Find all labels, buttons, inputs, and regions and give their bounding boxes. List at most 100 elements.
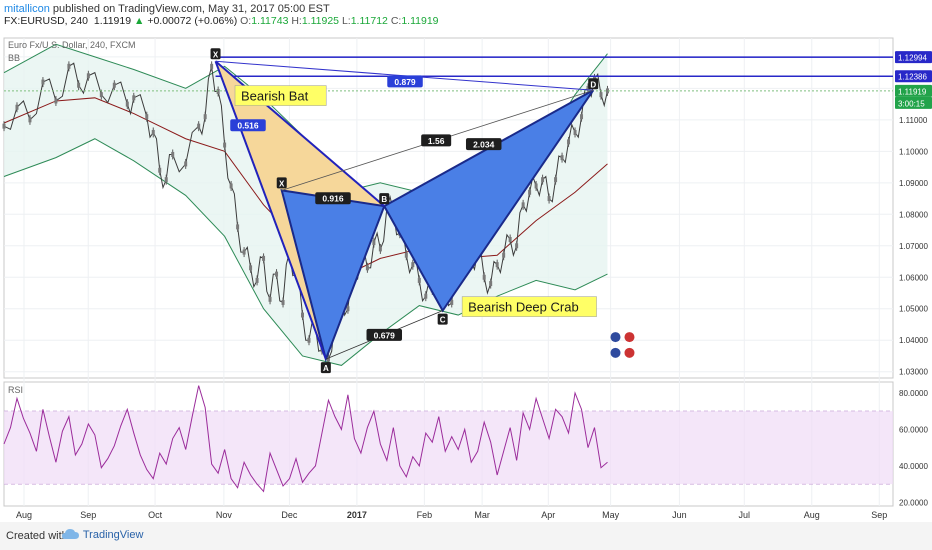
- candle-body: [77, 82, 81, 88]
- publisher-name[interactable]: mitallicon: [4, 3, 50, 15]
- last-price: 1.11919: [93, 15, 132, 27]
- bb-indicator-label: BB: [8, 53, 20, 63]
- rsi-band-fill: [4, 411, 893, 485]
- candle-body: [112, 82, 116, 88]
- y-tick-label: 1.07000: [899, 242, 928, 251]
- x-tick-label: Nov: [216, 510, 233, 520]
- price-axis-label: 1.12386: [898, 73, 927, 82]
- published-text: published on TradingView.com, May 31, 20…: [49, 3, 330, 15]
- candle-body: [2, 123, 6, 129]
- candle-body: [164, 177, 168, 183]
- ratio-bat-516: 0.516: [237, 121, 259, 131]
- x-tick-label: Aug: [16, 510, 32, 520]
- candle-body: [567, 139, 571, 145]
- created-with-text: Created with: [6, 530, 68, 542]
- tradingview-cloud-icon: [62, 529, 79, 539]
- price-chart[interactable]: Aug Sep Oct Nov Dec 2017 Feb Mar Apr May Jun Jul Aug…: [0, 30, 932, 522]
- candle-body: [495, 262, 499, 268]
- high-value: 1.11925: [301, 15, 340, 27]
- tradingview-brand: TradingView: [82, 529, 144, 541]
- rsi-y-tick-label: 80.0000: [899, 389, 928, 398]
- candle-body: [28, 117, 32, 123]
- footer-bar: Created with TradingView: [0, 522, 932, 550]
- candle-body: [404, 252, 408, 258]
- candle-body: [599, 92, 603, 98]
- economic-event-icon: [624, 347, 635, 358]
- tradingview-logo[interactable]: TradingView: [62, 528, 143, 541]
- chart-title: Euro Fx/U.S. Dollar, 240, FXCM: [8, 40, 136, 50]
- y-tick-label: 1.04000: [899, 336, 928, 345]
- close-value: 1.11919: [401, 15, 439, 27]
- candle-body: [132, 95, 136, 101]
- candle-body: [15, 104, 19, 110]
- ohlc-line: FX:EURUSD, 240 1.11919 ▲ +0.00072 (+0.06…: [4, 15, 439, 27]
- candle-body: [508, 236, 512, 242]
- candle-body: [171, 151, 175, 157]
- price-axis-label: 1.11919: [898, 87, 927, 96]
- economic-event-icon: [610, 332, 621, 343]
- candle-body: [417, 277, 421, 283]
- candle-body: [528, 189, 532, 195]
- up-arrow-icon: ▲: [133, 15, 145, 27]
- x-tick-label: May: [602, 510, 620, 520]
- symbol-label: FX:EURUSD, 240: [4, 15, 89, 27]
- y-tick-label: 1.05000: [899, 305, 928, 314]
- candle-body: [560, 155, 564, 161]
- candle-body: [502, 252, 506, 258]
- candle-body: [541, 177, 545, 183]
- candle-body: [534, 183, 538, 189]
- open-label: O:: [240, 15, 252, 27]
- candle-body: [521, 202, 525, 208]
- high-label: H:: [291, 15, 302, 27]
- candle-body: [145, 114, 149, 120]
- candle-body: [268, 296, 272, 302]
- bearish-bat-label: Bearish Bat: [241, 89, 309, 104]
- ratio-879: 0.879: [394, 77, 416, 87]
- x-tick-label: Aug: [804, 510, 820, 520]
- candle-body: [346, 306, 350, 312]
- rsi-indicator-label: RSI: [8, 385, 23, 395]
- candle-body: [158, 167, 162, 173]
- candle-body: [54, 98, 58, 104]
- x-tick-label: Jun: [672, 510, 687, 520]
- ratio-679: 0.679: [374, 330, 396, 340]
- x-tick-label: Dec: [281, 510, 298, 520]
- candle-body: [372, 240, 376, 246]
- candle-body: [281, 299, 285, 305]
- candle-body: [86, 73, 90, 79]
- candle-body: [236, 224, 240, 230]
- y-tick-label: 1.11000: [899, 116, 928, 125]
- crab-point-x: X: [279, 179, 285, 188]
- candle-body: [300, 312, 304, 318]
- candle-body: [184, 161, 188, 167]
- candle-body: [450, 299, 454, 305]
- candle-body: [151, 129, 155, 135]
- candle-body: [99, 92, 103, 98]
- candle-body: [197, 123, 201, 129]
- candle-body: [210, 63, 214, 69]
- economic-event-icon: [610, 347, 621, 358]
- y-tick-label: 1.06000: [899, 273, 928, 282]
- y-tick-label: 1.03000: [899, 368, 928, 377]
- ratio-156: 1.56: [428, 136, 445, 146]
- open-value: 1.11743: [251, 15, 289, 27]
- point-b: B: [381, 195, 387, 204]
- candle-body: [573, 129, 577, 135]
- candle-body: [249, 265, 253, 271]
- price-axis-label: 1.12994: [898, 54, 927, 63]
- point-a: A: [323, 364, 329, 373]
- candle-body: [424, 293, 428, 299]
- rsi-y-tick-label: 60.0000: [899, 425, 928, 434]
- rsi-y-tick-label: 20.0000: [899, 498, 928, 507]
- candle-body: [275, 271, 279, 277]
- ratio-2034: 2.034: [473, 140, 495, 150]
- change-value: +0.00072 (+0.06%): [147, 15, 238, 27]
- bearish-deep-crab-label: Bearish Deep Crab: [468, 300, 579, 315]
- ratio-916: 0.916: [322, 194, 344, 204]
- y-tick-label: 1.08000: [899, 210, 928, 219]
- candle-body: [482, 274, 486, 280]
- low-value: 1.11712: [350, 15, 388, 27]
- candle-body: [262, 255, 266, 261]
- x-tick-label: Oct: [148, 510, 163, 520]
- candle-body: [242, 249, 246, 255]
